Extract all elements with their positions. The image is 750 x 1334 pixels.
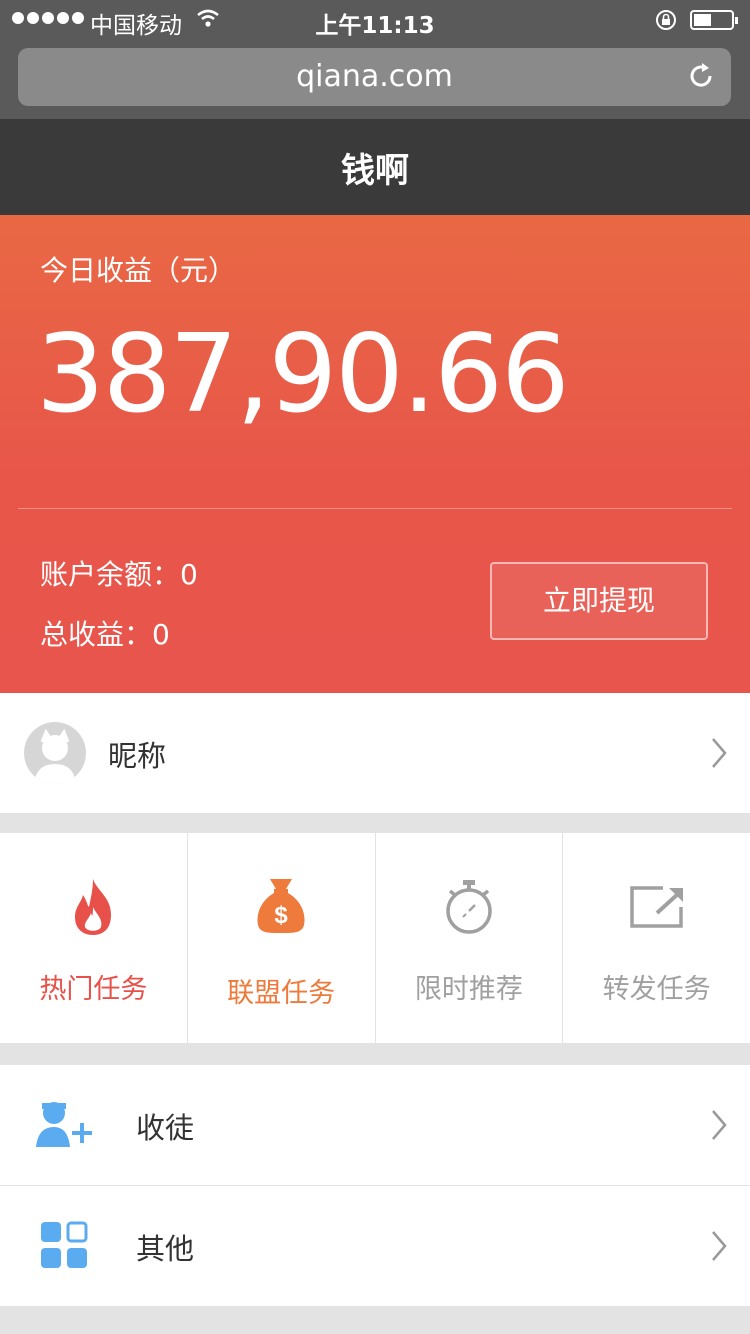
task-label: 热门任务 bbox=[39, 974, 148, 1005]
task-share[interactable]: 转发任务 bbox=[563, 833, 750, 1043]
task-label: 联盟任务 bbox=[227, 978, 336, 1009]
menu-list: 收徒 其他 bbox=[0, 1065, 750, 1306]
reload-icon[interactable] bbox=[685, 60, 717, 96]
browser-chrome: 中国移动 上午11:13 qiana.com bbox=[0, 0, 750, 119]
share-icon bbox=[563, 885, 750, 929]
task-hot[interactable]: 热门任务 bbox=[0, 833, 188, 1043]
status-bar: 中国移动 上午11:13 bbox=[0, 0, 750, 40]
chevron-right-icon bbox=[710, 737, 728, 773]
task-label: 转发任务 bbox=[602, 974, 711, 1005]
divider bbox=[18, 508, 732, 509]
page-title: 钱啊 bbox=[341, 151, 409, 191]
clock: 上午11:13 bbox=[315, 13, 435, 39]
today-earnings-label: 今日收益（元） bbox=[40, 254, 237, 287]
stopwatch-icon bbox=[376, 879, 563, 935]
task-alliance[interactable]: $ 联盟任务 bbox=[188, 833, 376, 1043]
task-grid: 热门任务 $ 联盟任务 限时推荐 转发任务 bbox=[0, 833, 750, 1043]
chevron-right-icon bbox=[710, 1230, 728, 1266]
battery-icon bbox=[690, 10, 738, 30]
menu-item-other[interactable]: 其他 bbox=[0, 1186, 750, 1306]
task-limited[interactable]: 限时推荐 bbox=[376, 833, 564, 1043]
app-header: 钱啊 bbox=[0, 119, 750, 215]
menu-label: 收徒 bbox=[136, 1111, 195, 1145]
total-earnings: 总收益：0 bbox=[40, 618, 170, 651]
address-bar[interactable]: qiana.com bbox=[18, 48, 731, 106]
chevron-right-icon bbox=[710, 1109, 728, 1145]
url-text: qiana.com bbox=[296, 59, 453, 94]
grid-icon bbox=[40, 1221, 88, 1273]
avatar bbox=[24, 722, 86, 784]
menu-item-recruit[interactable]: 收徒 bbox=[0, 1065, 750, 1186]
account-balance: 账户余额：0 bbox=[40, 558, 198, 591]
withdraw-button[interactable]: 立即提现 bbox=[490, 562, 708, 640]
profile-row[interactable]: 昵称 bbox=[0, 693, 750, 813]
flame-icon bbox=[0, 877, 187, 937]
earnings-panel: 今日收益（元） 387,90.66 账户余额：0 总收益：0 立即提现 bbox=[0, 215, 750, 693]
task-label: 限时推荐 bbox=[414, 974, 523, 1005]
add-user-icon bbox=[36, 1099, 94, 1153]
menu-label: 其他 bbox=[136, 1232, 195, 1266]
money-bag-icon: $ bbox=[188, 877, 375, 935]
rotation-lock-icon bbox=[654, 8, 678, 38]
svg-text:$: $ bbox=[274, 902, 288, 929]
today-earnings-amount: 387,90.66 bbox=[36, 312, 570, 437]
nickname: 昵称 bbox=[108, 739, 167, 773]
